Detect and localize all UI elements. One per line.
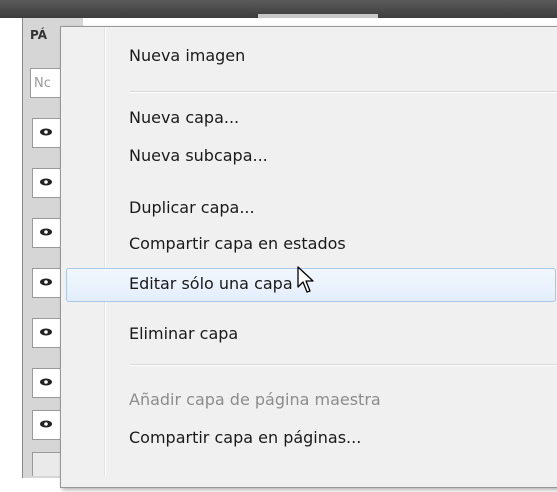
eye-icon	[40, 228, 52, 236]
layer-visibility-toggle[interactable]	[32, 410, 62, 440]
menu-item-anadir-capa-pagina-maestra: Añadir capa de página maestra	[66, 384, 556, 418]
eye-icon	[40, 178, 52, 186]
menu-item-label: Nueva capa...	[129, 108, 240, 127]
menu-item-nueva-subcapa[interactable]: Nueva subcapa...	[66, 140, 556, 174]
menu-item-compartir-capa-estados[interactable]: Compartir capa en estados	[66, 228, 556, 262]
menu-item-compartir-capa-paginas[interactable]: Compartir capa en páginas...	[66, 422, 556, 456]
eye-icon	[40, 378, 52, 386]
layer-visibility-toggle[interactable]	[32, 118, 62, 148]
layer-visibility-toggle[interactable]	[32, 268, 62, 298]
pages-panel-title: PÁ	[30, 28, 47, 42]
menu-item-label: Eliminar capa	[129, 324, 239, 343]
menu-item-label: Nueva imagen	[129, 46, 246, 65]
menu-item-label: Duplicar capa...	[129, 198, 255, 217]
app-title-bar	[0, 0, 557, 18]
app-tab[interactable]	[258, 14, 378, 18]
layer-visibility-toggle[interactable]	[32, 218, 62, 248]
menu-item-nueva-imagen[interactable]: Nueva imagen	[66, 40, 556, 74]
menu-item-nueva-capa[interactable]: Nueva capa...	[66, 102, 556, 136]
menu-separator	[130, 91, 557, 93]
eye-icon	[40, 278, 52, 286]
menu-item-label: Editar sólo una capa	[129, 274, 293, 293]
menu-item-label: Compartir capa en páginas...	[129, 428, 362, 447]
menu-item-cut-off[interactable]	[66, 458, 556, 492]
layer-visibility-toggle[interactable]	[32, 318, 62, 348]
menu-item-label: Nueva subcapa...	[129, 146, 268, 165]
eye-icon	[40, 420, 52, 428]
menu-item-duplicar-capa[interactable]: Duplicar capa...	[66, 192, 556, 226]
mouse-cursor-icon	[297, 266, 317, 298]
menu-item-label: Compartir capa en estados	[129, 234, 346, 253]
layer-visibility-toggle[interactable]	[32, 368, 62, 398]
layer-row-partial	[32, 452, 62, 476]
eye-icon	[40, 328, 52, 336]
menu-item-label: Añadir capa de página maestra	[129, 390, 381, 409]
eye-icon	[40, 128, 52, 136]
menu-item-eliminar-capa[interactable]: Eliminar capa	[66, 318, 556, 352]
layer-visibility-toggle[interactable]	[32, 168, 62, 198]
menu-separator	[130, 364, 557, 366]
